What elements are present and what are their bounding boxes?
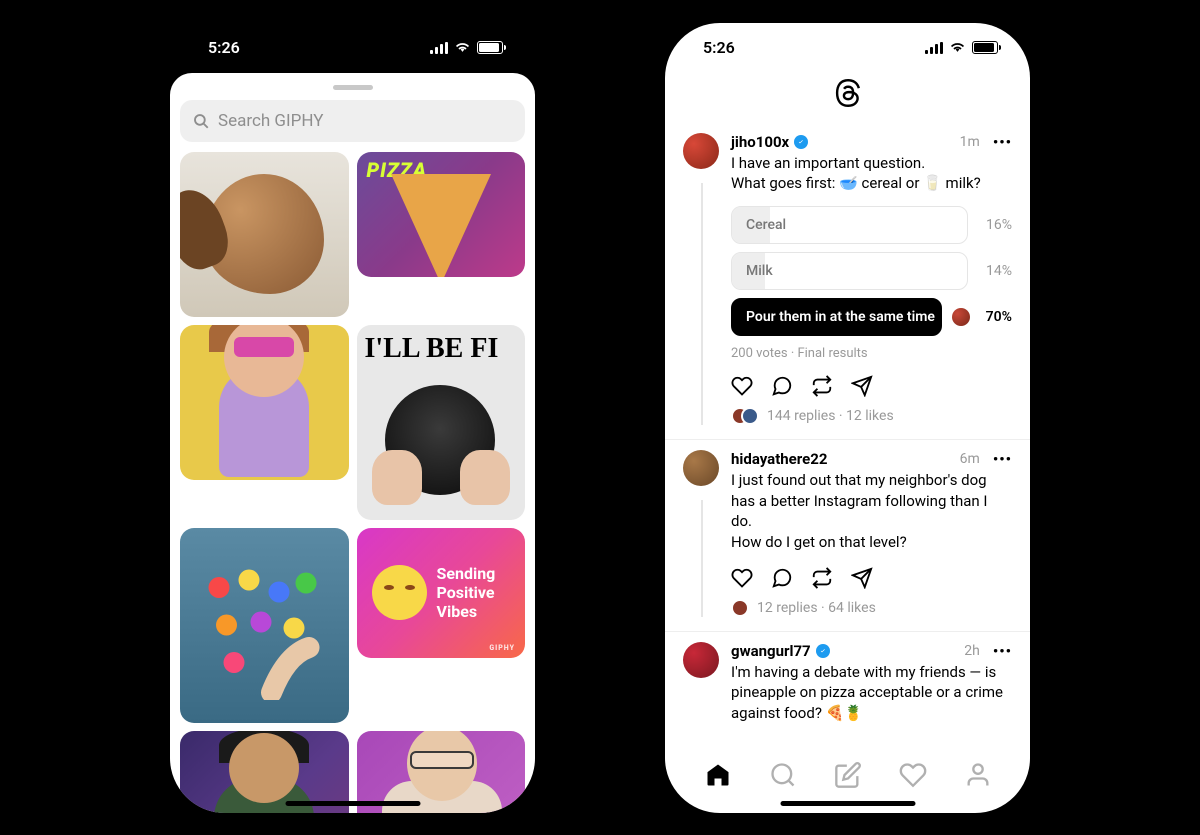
- gif-brand: GIPHY: [489, 644, 515, 652]
- battery-icon: [972, 41, 998, 54]
- reply-icon[interactable]: [771, 567, 793, 589]
- like-icon[interactable]: [731, 375, 753, 397]
- more-button[interactable]: •••: [993, 450, 1012, 468]
- post-actions: [731, 375, 1012, 397]
- status-icons: [925, 41, 998, 54]
- home-indicator[interactable]: [285, 801, 420, 806]
- cellular-icon: [430, 42, 448, 54]
- poll-meta: 200 votes · Final results: [731, 346, 1012, 361]
- username[interactable]: gwangurl77: [731, 642, 811, 660]
- avatar[interactable]: [683, 642, 719, 678]
- more-button[interactable]: •••: [993, 642, 1012, 660]
- post-actions: [731, 567, 1012, 589]
- nav-profile[interactable]: [964, 761, 992, 793]
- search-icon: [192, 112, 210, 130]
- post-stats[interactable]: 144 replies · 12 likes: [731, 407, 1012, 425]
- status-time: 5:26: [703, 38, 735, 57]
- wifi-icon: [454, 41, 471, 54]
- post: jiho100x 1m ••• I have an important ques…: [665, 123, 1030, 440]
- repost-icon[interactable]: [811, 375, 833, 397]
- verified-badge: [816, 644, 830, 658]
- giphy-sheet: Search GIPHY PIZZA I'LL BE FI: [170, 73, 535, 813]
- nav-search[interactable]: [769, 761, 797, 793]
- threads-feed[interactable]: jiho100x 1m ••• I have an important ques…: [665, 73, 1030, 753]
- post-text: I'm having a debate with my friends — is…: [731, 662, 1012, 724]
- reply-icon[interactable]: [771, 375, 793, 397]
- post-text: I just found out that my neighbor's dog …: [731, 470, 1012, 553]
- gif-label: Sending Positive Vibes: [437, 564, 511, 622]
- post-time: 1m: [960, 134, 980, 150]
- poll: Cereal 16% Milk 14% Pour them in at the …: [731, 206, 1012, 336]
- poll-option[interactable]: Milk 14%: [731, 252, 1012, 290]
- sheet-grabber[interactable]: [333, 85, 373, 90]
- like-icon[interactable]: [731, 567, 753, 589]
- username[interactable]: hidayathere22: [731, 450, 827, 468]
- repost-icon[interactable]: [811, 567, 833, 589]
- status-time: 5:26: [208, 38, 240, 57]
- share-icon[interactable]: [851, 375, 873, 397]
- battery-icon: [477, 41, 503, 54]
- search-placeholder: Search GIPHY: [218, 111, 323, 131]
- status-bar: 5:26: [170, 23, 535, 73]
- wifi-icon: [949, 41, 966, 54]
- more-button[interactable]: •••: [993, 133, 1012, 151]
- thread-line: [701, 500, 703, 617]
- threads-logo[interactable]: [665, 73, 1030, 123]
- verified-badge: [794, 135, 808, 149]
- cellular-icon: [925, 42, 943, 54]
- post: gwangurl77 2h ••• I'm having a debate wi…: [665, 632, 1030, 738]
- threads-phone: 5:26 jiho100x 1m •••: [665, 23, 1030, 813]
- share-icon[interactable]: [851, 567, 873, 589]
- post: hidayathere22 6m ••• I just found out th…: [665, 440, 1030, 632]
- thread-line: [701, 183, 703, 425]
- avatar[interactable]: [683, 450, 719, 486]
- nav-activity[interactable]: [899, 761, 927, 793]
- avatar[interactable]: [683, 133, 719, 169]
- poll-pct: 70%: [978, 309, 1012, 325]
- gif-label: I'LL BE FI: [365, 333, 518, 365]
- voter-avatar: [952, 308, 970, 326]
- giphy-phone: 5:26 Search GIPHY PIZZA: [170, 23, 535, 813]
- poll-pct: 14%: [978, 263, 1012, 279]
- gif-grid: PIZZA I'LL BE FI: [180, 152, 525, 813]
- gif-pizza[interactable]: PIZZA: [357, 152, 526, 277]
- post-time: 2h: [964, 643, 980, 659]
- poll-option[interactable]: Cereal 16%: [731, 206, 1012, 244]
- gif-positive-vibes[interactable]: Sending Positive Vibes GIPHY: [357, 528, 526, 658]
- gif-dog-sunglasses[interactable]: [180, 152, 349, 317]
- username[interactable]: jiho100x: [731, 133, 789, 151]
- poll-option-winner[interactable]: Pour them in at the same time 70%: [731, 298, 1012, 336]
- gif-ill-be-fine-dog[interactable]: I'LL BE FI: [357, 325, 526, 520]
- post-text: I have an important question. What goes …: [731, 153, 1012, 194]
- nav-compose[interactable]: [834, 761, 862, 793]
- post-time: 6m: [960, 451, 980, 467]
- search-input[interactable]: Search GIPHY: [180, 100, 525, 142]
- home-indicator[interactable]: [780, 801, 915, 806]
- post-stats[interactable]: 12 replies · 64 likes: [731, 599, 1012, 617]
- gif-felt-board[interactable]: [180, 528, 349, 723]
- status-bar: 5:26: [665, 23, 1030, 73]
- poll-pct: 16%: [978, 217, 1012, 233]
- status-icons: [430, 41, 503, 54]
- nav-home[interactable]: [704, 761, 732, 793]
- gif-girl-sunglasses[interactable]: [180, 325, 349, 480]
